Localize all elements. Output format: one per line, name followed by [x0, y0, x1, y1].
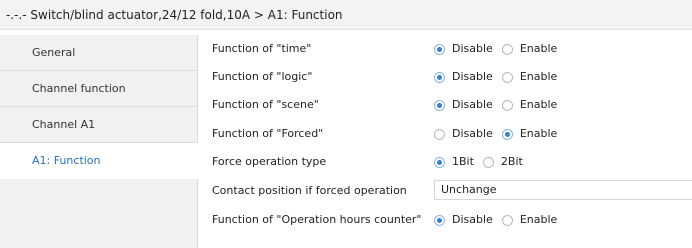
window-title-bar: -.-.- Switch/blind actuator,24/12 fold,1…: [0, 0, 692, 30]
radio-button[interactable]: [501, 71, 513, 83]
radio-label: 2Bit: [500, 155, 523, 168]
sidebar-item-label: General: [32, 46, 76, 59]
radio-button[interactable]: [501, 99, 513, 111]
radio-option-1bit[interactable]: 1Bit: [434, 151, 474, 173]
radio-button[interactable]: [501, 214, 513, 226]
radio-option-enable[interactable]: Enable: [501, 94, 558, 116]
radio-label: Disable: [452, 98, 493, 111]
radio-option-disable[interactable]: Disable: [434, 123, 493, 145]
param-row-logic: Function of "logic" Disable Enable: [212, 66, 692, 88]
radio-button[interactable]: [501, 43, 513, 55]
radio-label: Enable: [519, 98, 558, 111]
radio-label: Enable: [519, 70, 558, 83]
param-label: Function of "time": [212, 42, 312, 55]
radio-option-disable[interactable]: Disable: [434, 209, 493, 231]
param-label: Contact position if forced operation: [212, 184, 407, 197]
radio-option-enable[interactable]: Enable: [501, 123, 558, 145]
radio-group-force-type: 1Bit 2Bit: [434, 151, 532, 173]
dropdown-value: Unchange: [441, 183, 497, 196]
page-title: -.-.- Switch/blind actuator,24/12 fold,1…: [6, 8, 343, 22]
sidebar-item-label: Channel function: [32, 82, 126, 95]
radio-label: Enable: [519, 213, 558, 226]
radio-label: Enable: [519, 127, 558, 140]
radio-group-time: Disable Enable: [434, 38, 566, 60]
radio-group-operation-hours: Disable Enable: [434, 209, 566, 231]
param-row-scene: Function of "scene" Disable Enable: [212, 94, 692, 116]
param-label: Function of "Operation hours counter": [212, 213, 422, 226]
sidebar-item-channel-function[interactable]: Channel function: [0, 71, 198, 107]
param-row-contact-position: Contact position if forced operation Unc…: [212, 180, 692, 202]
sidebar-item-a1-function[interactable]: A1: Function: [0, 143, 199, 179]
radio-button[interactable]: [434, 99, 445, 111]
sidebar-item-general[interactable]: General: [0, 35, 198, 71]
param-label: Function of "Forced": [212, 127, 324, 140]
radio-option-disable[interactable]: Disable: [434, 66, 493, 88]
radio-button[interactable]: [434, 71, 445, 83]
contact-position-dropdown[interactable]: Unchange ▼: [434, 180, 692, 200]
sidebar-item-channel-a1[interactable]: Channel A1: [0, 107, 198, 143]
radio-option-disable[interactable]: Disable: [434, 38, 493, 60]
radio-label: Enable: [519, 42, 558, 55]
radio-button[interactable]: [434, 214, 445, 226]
radio-button[interactable]: [482, 156, 494, 168]
radio-group-forced: Disable Enable: [434, 123, 566, 145]
radio-option-enable[interactable]: Enable: [501, 66, 558, 88]
param-row-time: Function of "time" Disable Enable: [212, 38, 692, 60]
radio-button[interactable]: [501, 128, 513, 140]
param-row-operation-hours: Function of "Operation hours counter" Di…: [212, 209, 692, 231]
radio-option-enable[interactable]: Enable: [501, 38, 558, 60]
param-label: Function of "logic": [212, 70, 313, 83]
sidebar-item-label: Channel A1: [32, 118, 96, 131]
radio-button[interactable]: [434, 43, 445, 55]
sidebar-item-label: A1: Function: [32, 154, 101, 167]
param-label: Function of "scene": [212, 98, 319, 111]
radio-label: 1Bit: [452, 155, 474, 168]
sidebar: General Channel function Channel A1 A1: …: [0, 35, 199, 248]
radio-option-disable[interactable]: Disable: [434, 94, 493, 116]
radio-button[interactable]: [434, 128, 445, 140]
radio-group-logic: Disable Enable: [434, 66, 566, 88]
radio-button[interactable]: [434, 156, 445, 168]
radio-option-enable[interactable]: Enable: [501, 209, 558, 231]
param-row-forced: Function of "Forced" Disable Enable: [212, 123, 692, 145]
radio-label: Disable: [452, 127, 493, 140]
radio-option-2bit[interactable]: 2Bit: [482, 151, 523, 173]
radio-label: Disable: [452, 213, 493, 226]
radio-label: Disable: [452, 42, 493, 55]
radio-group-scene: Disable Enable: [434, 94, 566, 116]
param-row-force-operation-type: Force operation type 1Bit 2Bit: [212, 151, 692, 173]
param-label: Force operation type: [212, 155, 327, 168]
radio-label: Disable: [452, 70, 493, 83]
